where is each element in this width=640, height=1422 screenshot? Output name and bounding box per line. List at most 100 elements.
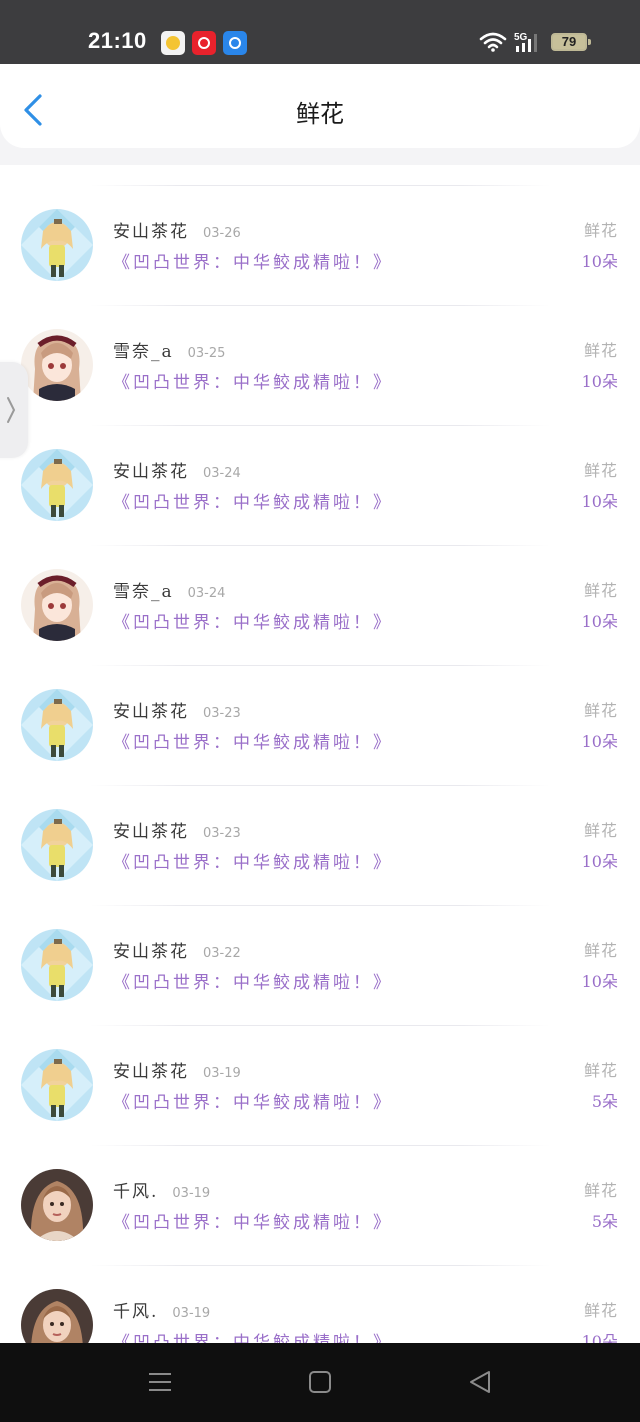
sender-name-text: 雪奈_a [113,342,174,362]
work-title-link[interactable]: 《凹凸世界：中华鲛成精啦！》 [113,1088,393,1113]
page-title: 鲜花 [296,100,344,128]
chevron-right-icon [7,397,16,423]
gift-type: 鲜花 [583,221,618,240]
gift-type: 鲜花 [583,1301,618,1320]
avatar[interactable] [21,809,93,881]
list-item[interactable]: 千风. 03-19 《凹凸世界：中华鲛成精啦！》 鲜花 5朵 [0,1145,640,1265]
home-icon[interactable] [305,1367,335,1397]
row-divider [90,1145,550,1146]
gift-count: 10朵 [581,372,618,391]
list-item[interactable]: 安山茶花 03-23 《凹凸世界：中华鲛成精啦！》 鲜花 10朵 [0,785,640,905]
wifi-icon [479,32,507,52]
gift-date: 03-23 [203,826,241,841]
gift-record-list: 安山茶花 03-26 《凹凸世界：中华鲛成精啦！》 鲜花 10朵 雪奈_a 03-25 《凹凸… [0,165,640,1343]
menu-icon[interactable] [145,1367,175,1397]
gift-date: 03-23 [203,706,241,721]
gift-type: 鲜花 [583,581,618,600]
gift-date: 03-19 [172,1306,211,1321]
sender-name: 雪奈_a 03-24 [113,577,225,602]
gift-count: 5朵 [591,1092,618,1111]
work-title-link[interactable]: 《凹凸世界：中华鲛成精啦！》 [113,1328,393,1343]
avatar[interactable] [21,329,93,401]
list-item[interactable]: 安山茶花 03-23 《凹凸世界：中华鲛成精啦！》 鲜花 10朵 [0,665,640,785]
list-item[interactable]: 安山茶花 03-26 《凹凸世界：中华鲛成精啦！》 鲜花 10朵 [0,185,640,305]
sender-name-text: 安山茶花 [113,822,189,842]
row-divider [90,185,550,186]
avatar[interactable] [21,1049,93,1121]
gift-date: 03-26 [203,226,241,241]
work-title-link[interactable]: 《凹凸世界：中华鲛成精啦！》 [113,488,393,513]
sender-name: 安山茶花 03-23 [113,817,241,842]
gift-count: 10朵 [581,252,618,271]
gift-type: 鲜花 [583,461,618,480]
gift-date: 03-25 [187,346,226,361]
status-bar: 21:10 5G 79 [0,0,640,64]
gift-type: 鲜花 [583,941,618,960]
sender-name: 雪奈_a 03-25 [113,337,225,362]
work-title-link[interactable]: 《凹凸世界：中华鲛成精啦！》 [113,848,393,873]
gift-date: 03-24 [187,586,226,601]
gift-type: 鲜花 [583,341,618,360]
qq-icon [161,31,185,55]
list-item[interactable]: 安山茶花 03-22 《凹凸世界：中华鲛成精啦！》 鲜花 10朵 [0,905,640,1025]
sender-name: 安山茶花 03-19 [113,1057,241,1082]
avatar[interactable] [21,929,93,1001]
list-item[interactable]: 雪奈_a 03-25 《凹凸世界：中华鲛成精啦！》 鲜花 10朵 [0,305,640,425]
gift-type: 鲜花 [583,821,618,840]
gift-date: 03-19 [203,1066,241,1081]
row-divider [90,425,550,426]
row-divider [90,905,550,906]
sender-name: 安山茶花 03-26 [113,217,241,242]
sender-name: 安山茶花 03-24 [113,457,241,482]
gift-count: 10朵 [581,612,618,631]
gift-count: 10朵 [581,732,618,751]
avatar[interactable] [21,689,93,761]
work-title-link[interactable]: 《凹凸世界：中华鲛成精啦！》 [113,968,393,993]
list-item[interactable]: 千风. 03-19 《凹凸世界：中华鲛成精啦！》 鲜花 10朵 [0,1265,640,1343]
sender-name-text: 雪奈_a [113,582,174,602]
row-divider [90,785,550,786]
gift-count: 5朵 [591,1212,618,1231]
system-nav-bar [0,1343,640,1422]
sender-name: 千风. 03-19 [113,1297,210,1322]
back-triangle-icon[interactable] [465,1367,495,1397]
row-divider [90,1265,550,1266]
avatar[interactable] [21,449,93,521]
sender-name-text: 千风. [113,1182,159,1202]
sender-name-text: 千风. [113,1302,159,1322]
list-item[interactable]: 雪奈_a 03-24 《凹凸世界：中华鲛成精啦！》 鲜花 10朵 [0,545,640,665]
gift-date: 03-24 [203,466,241,481]
clock: 21:10 [88,28,147,53]
sender-name: 安山茶花 03-23 [113,697,241,722]
app-icon [223,31,247,55]
work-title-link[interactable]: 《凹凸世界：中华鲛成精啦！》 [113,248,393,273]
avatar[interactable] [21,569,93,641]
sender-name-text: 安山茶花 [113,702,189,722]
gift-date: 03-22 [203,946,241,961]
avatar[interactable] [21,1169,93,1241]
network-label: 5G [514,32,528,43]
side-drawer-tab[interactable] [0,362,28,458]
row-divider [90,1025,550,1026]
battery-indicator: 79 [551,33,591,51]
gift-type: 鲜花 [583,701,618,720]
sender-name: 千风. 03-19 [113,1177,210,1202]
sender-name: 安山茶花 03-22 [113,937,241,962]
work-title-link[interactable]: 《凹凸世界：中华鲛成精啦！》 [113,1208,393,1233]
work-title-link[interactable]: 《凹凸世界：中华鲛成精啦！》 [113,368,393,393]
gift-type: 鲜花 [583,1181,618,1200]
page-header: 鲜花 [0,64,640,148]
gift-count: 10朵 [581,852,618,871]
gift-count: 10朵 [581,972,618,991]
gift-count: 10朵 [581,492,618,511]
list-item[interactable]: 安山茶花 03-19 《凹凸世界：中华鲛成精啦！》 鲜花 5朵 [0,1025,640,1145]
list-item[interactable]: 安山茶花 03-24 《凹凸世界：中华鲛成精啦！》 鲜花 10朵 [0,425,640,545]
avatar[interactable] [21,209,93,281]
work-title-link[interactable]: 《凹凸世界：中华鲛成精啦！》 [113,608,393,633]
work-title-link[interactable]: 《凹凸世界：中华鲛成精啦！》 [113,728,393,753]
avatar[interactable] [21,1289,93,1343]
netease-music-icon [192,31,216,55]
gift-count: 10朵 [581,1332,618,1343]
row-divider [90,305,550,306]
sender-name-text: 安山茶花 [113,462,189,482]
